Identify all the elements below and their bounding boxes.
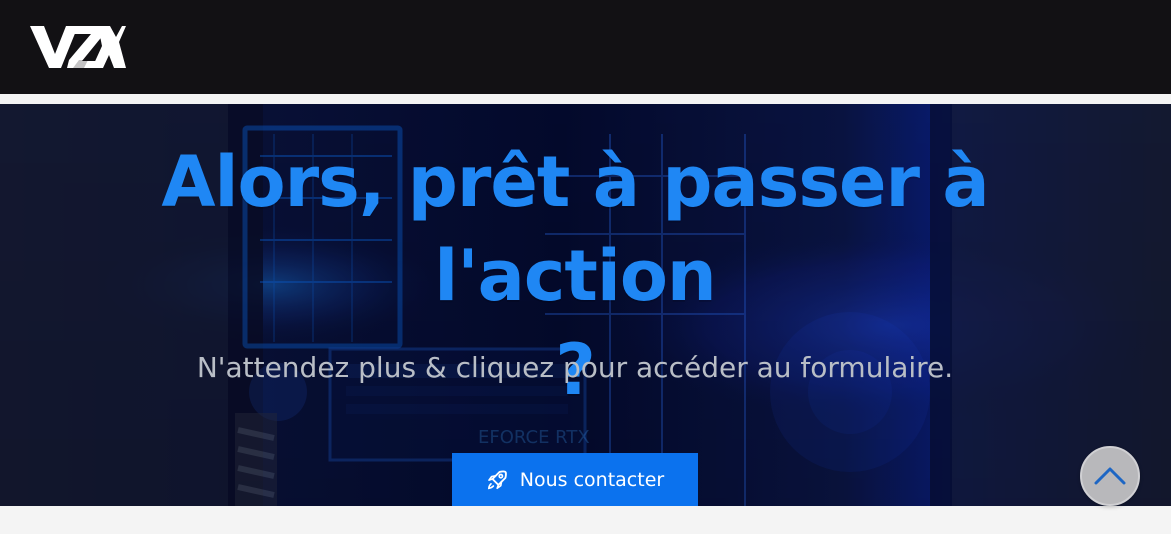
rocket-icon [486,469,508,491]
contact-button-label: Nous contacter [519,468,665,491]
page: EFORCE RTX Alors, prêt à passer à l'acti… [0,0,1171,534]
chevron-up-icon [1094,467,1126,485]
top-navigation-bar [0,0,1171,94]
call-to-action-hero: EFORCE RTX Alors, prêt à passer à l'acti… [0,104,1171,506]
scroll-to-top-button[interactable] [1080,446,1140,506]
hero-title-line-1: Alors, prêt à passer à l'action [161,141,989,317]
hero-subtitle: N'attendez plus & cliquez pour accéder a… [196,351,954,384]
contact-button[interactable]: Nous contacter [452,453,698,506]
page-bottom-background [0,506,1171,534]
vzx-logo[interactable] [30,24,126,70]
header-divider [0,94,1171,104]
